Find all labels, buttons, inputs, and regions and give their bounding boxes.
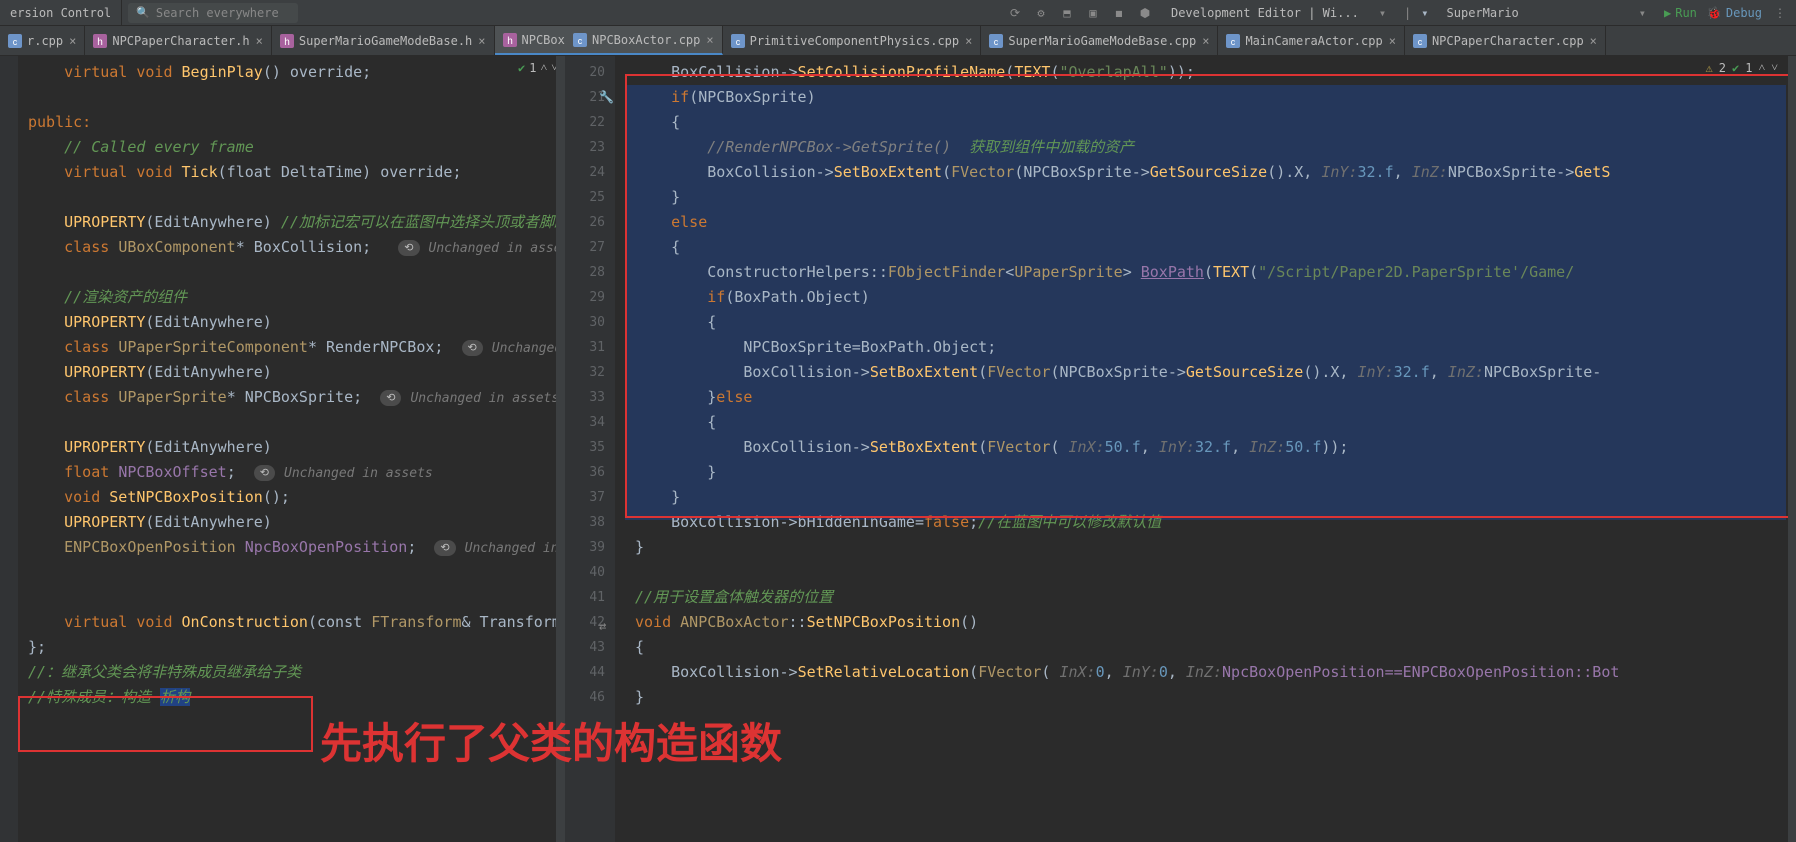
left-code[interactable]: virtual void BeginPlay() override; publi… xyxy=(18,56,564,710)
editor-tabs: cr.cpp×hNPCPaperCharacter.h×hSuperMarioG… xyxy=(0,26,1796,56)
close-icon[interactable]: × xyxy=(706,33,713,47)
sync-icon[interactable]: ⟳ xyxy=(1007,5,1023,21)
config-selector-1[interactable]: Development Editor | Wi...▾ xyxy=(1163,3,1394,23)
left-gutter xyxy=(0,56,18,842)
svg-text:c: c xyxy=(1418,37,1423,47)
svg-text:c: c xyxy=(1231,37,1236,47)
cpp-file-icon: c xyxy=(1226,34,1240,48)
svg-text:c: c xyxy=(13,37,18,47)
tab-NPCPaperCharacter.cpp[interactable]: cNPCPaperCharacter.cpp× xyxy=(1405,26,1606,55)
right-editor-pane[interactable]: ⚠2 ✔1 ˄ ˅ 🔧 ⇄ 20212223242526272829303132… xyxy=(565,56,1796,842)
svg-text:h: h xyxy=(98,37,104,48)
unreal-icon[interactable]: ⬢ xyxy=(1137,5,1153,21)
deploy-icon[interactable]: ▣ xyxy=(1085,5,1101,21)
topbar-left: ersion Control 🔍 Search everywhere xyxy=(0,0,298,26)
right-code[interactable]: BoxCollision->SetCollisionProfileName(TE… xyxy=(625,56,1796,710)
vcs-badge: ⟲ xyxy=(254,465,275,481)
svg-text:c: c xyxy=(735,37,740,47)
cpp-file-icon: c xyxy=(8,34,22,48)
right-gutter: 🔧 ⇄ 202122232425262728293031323334353637… xyxy=(565,56,615,842)
search-everywhere-input[interactable]: 🔍 Search everywhere xyxy=(128,3,298,23)
tab-MainCameraActor.cpp[interactable]: cMainCameraActor.cpp× xyxy=(1218,26,1405,55)
right-scrollbar[interactable] xyxy=(1788,56,1796,842)
cpp-file-icon: c xyxy=(573,33,587,47)
svg-text:c: c xyxy=(994,37,999,47)
chevron-down-icon: ▾ xyxy=(1421,6,1428,20)
chevron-down-icon: ▾ xyxy=(1639,6,1646,20)
close-icon[interactable]: × xyxy=(478,34,485,48)
close-icon[interactable]: × xyxy=(965,34,972,48)
vcs-badge: ⟲ xyxy=(434,540,455,556)
vcs-badge: ⟲ xyxy=(462,340,483,356)
impl-icon[interactable]: ⇄ xyxy=(599,614,606,639)
header-file-icon: h xyxy=(93,34,107,48)
tab-SuperMarioGameModeBase.cpp[interactable]: cSuperMarioGameModeBase.cpp× xyxy=(981,26,1218,55)
close-icon[interactable]: × xyxy=(1389,34,1396,48)
header-file-icon: h xyxy=(503,33,517,47)
tabs-left-group: cr.cpp×hNPCPaperCharacter.h×hSuperMarioG… xyxy=(0,26,565,55)
topbar-right: ⟳ ⚙ ⬒ ▣ ◼ ⬢ Development Editor | Wi...▾ … xyxy=(1007,3,1796,23)
svg-text:h: h xyxy=(507,36,513,47)
wrench-icon[interactable]: 🔧 xyxy=(599,85,614,110)
search-icon: 🔍 xyxy=(136,6,150,19)
svg-text:c: c xyxy=(578,36,583,46)
left-editor-pane[interactable]: ✔ 1 ˄ ˅ virtual void BeginPlay() overrid… xyxy=(0,56,565,842)
close-icon[interactable]: × xyxy=(69,34,76,48)
stop-icon[interactable]: ◼ xyxy=(1111,5,1127,21)
version-control-button[interactable]: ersion Control xyxy=(0,0,122,26)
vcs-badge: ⟲ xyxy=(380,390,401,406)
close-icon[interactable]: × xyxy=(1590,34,1597,48)
run-button[interactable]: ▶ Run xyxy=(1664,6,1697,20)
close-icon[interactable]: × xyxy=(1202,34,1209,48)
debug-button[interactable]: 🐞 Debug xyxy=(1707,6,1762,20)
cpp-file-icon: c xyxy=(1413,34,1427,48)
left-scrollbar[interactable] xyxy=(556,56,564,842)
more-icon[interactable]: ⋮ xyxy=(1772,5,1788,21)
tab-NPCPaperCharacter.h[interactable]: hNPCPaperCharacter.h× xyxy=(85,26,272,55)
tabs-right-group: cNPCBoxActor.cpp×cPrimitiveComponentPhys… xyxy=(565,26,1796,55)
settings-icon[interactable]: ⚙ xyxy=(1033,5,1049,21)
config-selector-2[interactable]: SuperMario▾ xyxy=(1439,3,1654,23)
build-icon[interactable]: ⬒ xyxy=(1059,5,1075,21)
chevron-down-icon: ▾ xyxy=(1379,6,1386,20)
close-icon[interactable]: × xyxy=(256,34,263,48)
vcs-badge: ⟲ xyxy=(398,240,419,256)
split-view: ✔ 1 ˄ ˅ virtual void BeginPlay() overrid… xyxy=(0,56,1796,842)
header-file-icon: h xyxy=(280,34,294,48)
tab-SuperMarioGameModeBase.h[interactable]: hSuperMarioGameModeBase.h× xyxy=(272,26,495,55)
topbar: ersion Control 🔍 Search everywhere ⟳ ⚙ ⬒… xyxy=(0,0,1796,26)
cpp-file-icon: c xyxy=(731,34,745,48)
tab-NPCBoxActor.cpp[interactable]: cNPCBoxActor.cpp× xyxy=(565,26,723,55)
search-placeholder: Search everywhere xyxy=(156,6,279,20)
tab-PrimitiveComponentPhysics.cpp[interactable]: cPrimitiveComponentPhysics.cpp× xyxy=(723,26,982,55)
svg-text:h: h xyxy=(284,37,290,48)
cpp-file-icon: c xyxy=(989,34,1003,48)
tab-r.cpp[interactable]: cr.cpp× xyxy=(0,26,85,55)
